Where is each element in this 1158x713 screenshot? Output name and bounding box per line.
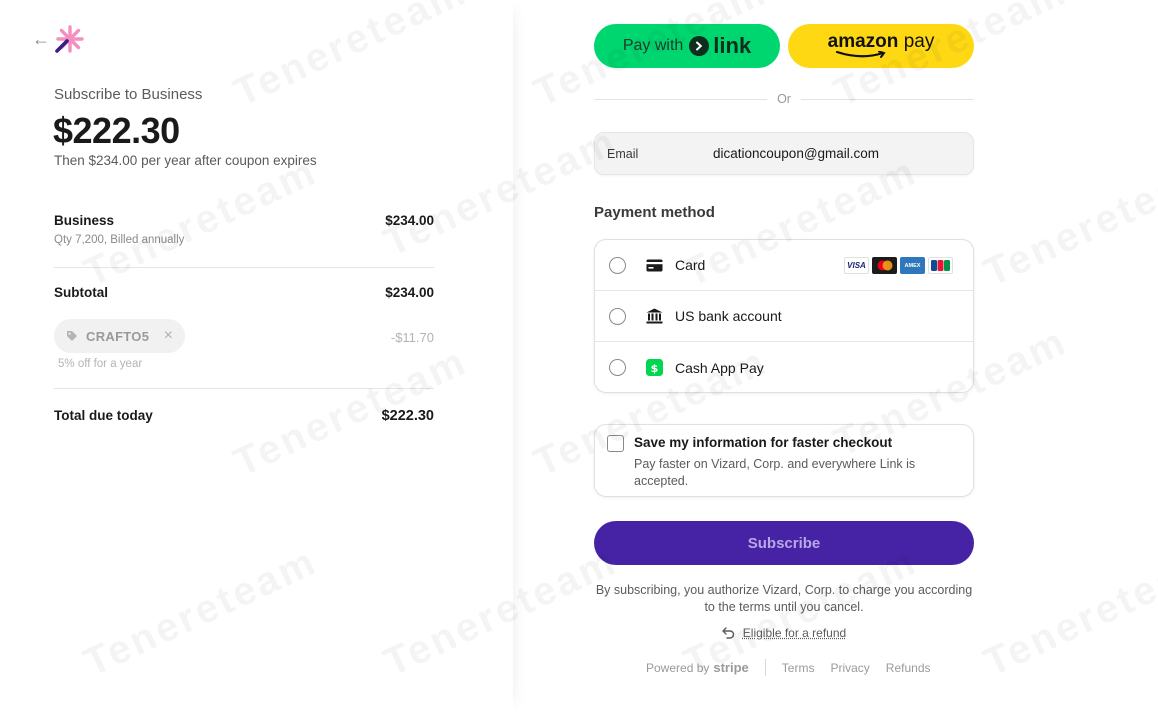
coupon-pill: CRAFTO5 × [54,319,185,353]
or-text: Or [777,92,791,106]
order-summary-panel: ← Subscribe to Business $222.30 Then $23… [0,0,513,713]
card-label: Card [675,257,706,273]
jcb-icon [928,257,953,274]
total-label: Total due today [54,408,153,423]
bank-icon [646,308,663,325]
bank-label: US bank account [675,308,782,324]
line-item-qty: Qty 7,200, Billed annually [54,234,185,246]
card-radio[interactable] [609,256,626,274]
header-row: ← [32,24,84,54]
chevron-right-icon [689,36,710,56]
subscribe-to-label: Subscribe to Business [54,86,203,103]
save-info-checkbox[interactable] [607,435,624,452]
divider [54,388,434,389]
total-row: Total due today $222.30 [54,408,434,424]
arrow-left-icon[interactable]: ← [32,25,50,53]
or-divider: Or [594,92,975,106]
coupon-amount: -$11.70 [390,330,434,345]
refund-link[interactable]: Eligible for a refund [743,626,846,640]
line-item-business: Business Qty 7,200, Billed annually $234… [54,213,434,246]
visa-icon: VISA [844,257,869,274]
coupon-code: CRAFTO5 [86,328,150,344]
save-info-title: Save my information for faster checkout [634,435,893,450]
svg-text:$: $ [651,362,659,375]
line-item-name: Business [54,213,115,228]
amazon-pay-word: pay [903,31,935,52]
total-amount: $222.30 [381,408,434,424]
powered-by-text: Powered by [646,661,710,675]
link-wordmark: link [689,33,751,59]
footer-link-terms[interactable]: Terms [782,661,815,675]
link-prefix: Pay with [622,37,684,54]
save-info-description: Pay faster on Vizard, Corp. and everywhe… [634,457,916,488]
powered-by[interactable]: Powered by stripe [646,660,749,675]
footer-separator [764,659,766,676]
amazon-pay-button[interactable]: amazon pay [788,24,974,68]
payment-option-bank[interactable]: US bank account [595,291,973,342]
coupon-description: 5% off for a year [58,358,143,370]
footer-link-privacy[interactable]: Privacy [830,661,869,675]
subtotal-label: Subtotal [54,285,108,300]
terms-text: By subscribing, you authorize Vizard, Co… [595,583,973,614]
amazon-pay-wordmark: amazon pay [827,31,935,59]
link-word-text: link [713,33,752,58]
refund-row: Eligible for a refund [594,626,974,640]
cashapp-label: Cash App Pay [675,359,764,376]
card-icon [646,257,663,274]
mastercard-icon [872,257,897,274]
refund-icon [722,627,734,639]
bank-radio[interactable] [609,307,626,325]
payment-method-title: Payment method [594,204,715,221]
payment-method-list: Card VISA AMEX US bank account $ Cash Ap… [594,239,974,393]
tag-icon [67,331,77,341]
pay-with-link-button[interactable]: Pay with link [594,24,780,68]
amazon-smile-icon [835,51,886,58]
email-field[interactable]: Email dicationcoupon@gmail.com [594,132,974,175]
payment-panel: Pay with link amazon pay Or Email dicati… [513,0,1158,713]
subtotal-amount: $234.00 [385,285,434,300]
payment-option-card[interactable]: Card VISA AMEX [595,240,973,291]
email-value: dicationcoupon@gmail.com [713,146,880,161]
payment-option-cashapp[interactable]: $ Cash App Pay [595,342,973,392]
footer-link-refunds[interactable]: Refunds [886,661,931,675]
cashapp-radio[interactable] [609,359,626,376]
amex-icon: AMEX [900,257,925,274]
subscribe-button[interactable]: Subscribe [594,521,974,565]
cashapp-icon: $ [646,359,663,376]
footer: Powered by stripe Terms Privacy Refunds [646,659,947,676]
email-label: Email [607,146,639,161]
price-amount: $222.30 [53,110,180,151]
sparkle-logo-icon [55,25,84,53]
stripe-logo: stripe [713,660,749,675]
card-brands: VISA AMEX [844,257,953,274]
subtotal-row: Subtotal $234.00 [54,285,434,300]
divider [54,267,434,268]
renewal-note: Then $234.00 per year after coupon expir… [54,153,317,168]
remove-coupon-icon[interactable]: × [164,327,173,345]
amazon-word: amazon [827,31,899,52]
save-info-box: Save my information for faster checkout … [594,424,974,497]
link-button-label: Pay with link [623,33,751,59]
line-item-amount: $234.00 [385,213,434,228]
